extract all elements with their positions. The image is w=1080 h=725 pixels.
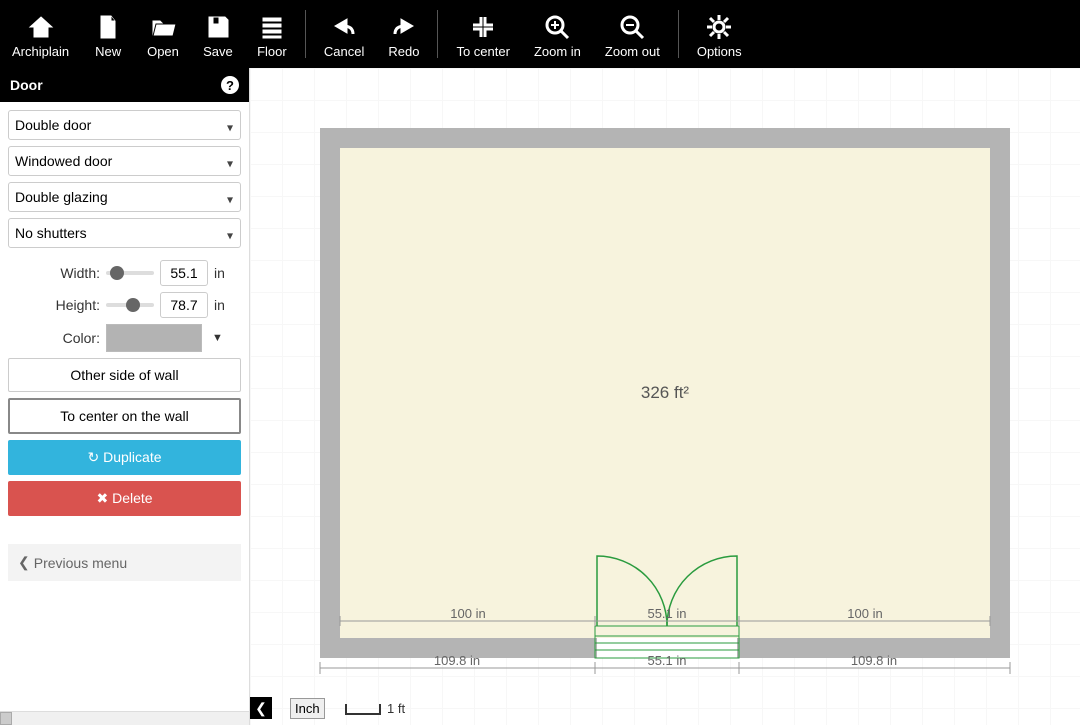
color-label: Color: (8, 330, 100, 346)
height-slider[interactable] (106, 298, 154, 312)
sidebar-collapse-button[interactable]: ❮ (250, 697, 272, 719)
zoom-out-button[interactable]: Zoom out (593, 0, 672, 68)
open-button[interactable]: Open (135, 0, 191, 68)
shutters-select[interactable]: No shutters (8, 218, 241, 248)
center-icon (470, 12, 496, 42)
svg-text:109.8 in: 109.8 in (434, 653, 480, 668)
zoom-in-button[interactable]: Zoom in (522, 0, 593, 68)
folder-icon (150, 12, 176, 42)
center-on-wall-button[interactable]: To center on the wall (8, 398, 241, 434)
cancel-button[interactable]: Cancel (312, 0, 376, 68)
redo-icon (391, 12, 417, 42)
width-input[interactable] (160, 260, 208, 286)
svg-text:100 in: 100 in (450, 606, 485, 621)
properties-sidebar: Door ? Double door Windowed door Double … (0, 68, 250, 725)
panel-title: Door (10, 77, 43, 93)
close-icon: ✖ (96, 490, 112, 506)
to-center-button[interactable]: To center (444, 0, 521, 68)
other-side-button[interactable]: Other side of wall (8, 358, 241, 392)
delete-button[interactable]: ✖ Delete (8, 481, 241, 516)
new-button[interactable]: New (81, 0, 135, 68)
home-icon (28, 12, 54, 42)
previous-menu-button[interactable]: ❮ Previous menu (8, 544, 241, 581)
scale-indicator: 1 ft (345, 701, 405, 716)
svg-text:100 in: 100 in (847, 606, 882, 621)
svg-text:55.1 in: 55.1 in (647, 606, 686, 621)
main-toolbar: ArchiplainNewOpenSaveFloor CancelRedo To… (0, 0, 1080, 68)
gear-icon (706, 12, 732, 42)
canvas-footer: Inch 1 ft (290, 698, 405, 719)
panel-header: Door ? (0, 68, 249, 102)
options-button[interactable]: Options (685, 0, 754, 68)
archiplain-button[interactable]: Archiplain (0, 0, 81, 68)
help-icon[interactable]: ? (221, 76, 239, 94)
floorplan-svg: 326 ft² 100 in 55.1 in 100 in 109.8 in 5… (250, 68, 1080, 725)
zoomout-icon (619, 12, 645, 42)
height-input[interactable] (160, 292, 208, 318)
room-area-label: 326 ft² (641, 383, 690, 402)
svg-text:109.8 in: 109.8 in (851, 653, 897, 668)
svg-text:55.1 in: 55.1 in (647, 653, 686, 668)
floorplan-canvas[interactable]: 326 ft² 100 in 55.1 in 100 in 109.8 in 5… (250, 68, 1080, 725)
sidebar-scrollbar[interactable] (0, 711, 249, 725)
list-icon (259, 12, 285, 42)
save-button[interactable]: Save (191, 0, 245, 68)
file-icon (95, 12, 121, 42)
chevron-left-icon: ❮ (18, 554, 30, 571)
floor-button[interactable]: Floor (245, 0, 299, 68)
glazing-select[interactable]: Double glazing (8, 182, 241, 212)
door-feature-select[interactable]: Windowed door (8, 146, 241, 176)
height-unit: in (214, 297, 225, 313)
width-label: Width: (8, 265, 100, 281)
undo-icon (331, 12, 357, 42)
unit-select[interactable]: Inch (290, 698, 325, 719)
width-slider[interactable] (106, 266, 154, 280)
zoomin-icon (544, 12, 570, 42)
height-label: Height: (8, 297, 100, 313)
width-unit: in (214, 265, 225, 281)
duplicate-button[interactable]: ↻ Duplicate (8, 440, 241, 475)
door-type-select[interactable]: Double door (8, 110, 241, 140)
redo-button[interactable]: Redo (376, 0, 431, 68)
retweet-icon: ↻ (88, 449, 104, 465)
color-swatch[interactable] (106, 324, 202, 352)
save-icon (205, 12, 231, 42)
chevron-down-icon[interactable]: ▼ (212, 332, 223, 344)
